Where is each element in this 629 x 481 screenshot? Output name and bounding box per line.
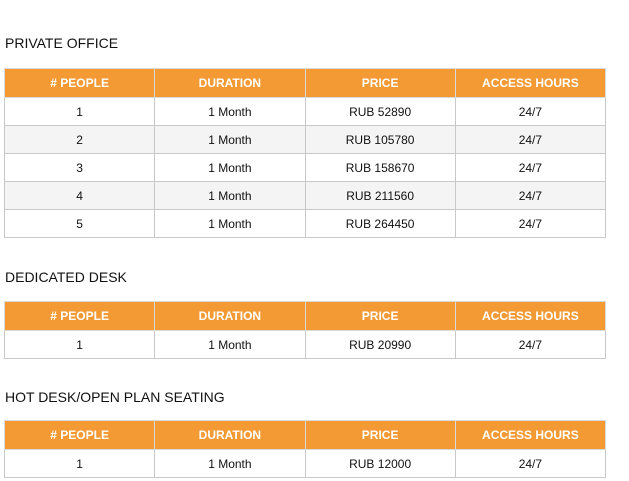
cell-people: 5 <box>3 209 156 238</box>
cell-access-hours: 24/7 <box>454 97 607 126</box>
table-row: 1 1 Month RUB 20990 24/7 <box>3 330 607 359</box>
cell-people: 1 <box>3 330 156 359</box>
pricing-table-private-office: # PEOPLE DURATION PRICE ACCESS HOURS 1 1… <box>3 68 607 238</box>
header-people: # PEOPLE <box>3 420 156 450</box>
table-row: 3 1 Month RUB 158670 24/7 <box>3 153 607 182</box>
header-access-hours: ACCESS HOURS <box>454 301 607 331</box>
cell-price: RUB 12000 <box>304 449 456 478</box>
cell-duration: 1 Month <box>154 330 306 359</box>
cell-access-hours: 24/7 <box>454 209 607 238</box>
cell-price: RUB 20990 <box>304 330 456 359</box>
cell-access-hours: 24/7 <box>454 449 607 478</box>
cell-access-hours: 24/7 <box>454 125 607 154</box>
cell-people: 3 <box>3 153 156 182</box>
section-title-private-office: PRIVATE OFFICE <box>5 35 119 51</box>
pricing-table-dedicated-desk: # PEOPLE DURATION PRICE ACCESS HOURS 1 1… <box>3 301 607 359</box>
header-people: # PEOPLE <box>3 301 156 331</box>
cell-price: RUB 52890 <box>304 97 456 126</box>
cell-duration: 1 Month <box>154 209 306 238</box>
cell-duration: 1 Month <box>154 97 306 126</box>
cell-duration: 1 Month <box>154 125 306 154</box>
cell-people: 2 <box>3 125 156 154</box>
table-row: 2 1 Month RUB 105780 24/7 <box>3 125 607 154</box>
table-header-row: # PEOPLE DURATION PRICE ACCESS HOURS <box>3 420 607 450</box>
pricing-table-hot-desk: # PEOPLE DURATION PRICE ACCESS HOURS 1 1… <box>3 420 607 478</box>
table-row: 4 1 Month RUB 211560 24/7 <box>3 181 607 210</box>
section-title-dedicated-desk: DEDICATED DESK <box>5 269 127 285</box>
cell-duration: 1 Month <box>154 449 306 478</box>
header-price: PRICE <box>304 301 456 331</box>
cell-access-hours: 24/7 <box>454 330 607 359</box>
table-row: 5 1 Month RUB 264450 24/7 <box>3 209 607 238</box>
cell-access-hours: 24/7 <box>454 181 607 210</box>
cell-price: RUB 105780 <box>304 125 456 154</box>
header-access-hours: ACCESS HOURS <box>454 68 607 98</box>
header-duration: DURATION <box>154 420 306 450</box>
cell-duration: 1 Month <box>154 153 306 182</box>
table-header-row: # PEOPLE DURATION PRICE ACCESS HOURS <box>3 301 607 331</box>
header-price: PRICE <box>304 420 456 450</box>
header-duration: DURATION <box>154 301 306 331</box>
cell-price: RUB 264450 <box>304 209 456 238</box>
cell-people: 4 <box>3 181 156 210</box>
table-row: 1 1 Month RUB 12000 24/7 <box>3 449 607 478</box>
section-title-hot-desk: HOT DESK/OPEN PLAN SEATING <box>5 389 225 405</box>
header-duration: DURATION <box>154 68 306 98</box>
header-people: # PEOPLE <box>3 68 156 98</box>
cell-duration: 1 Month <box>154 181 306 210</box>
table-header-row: # PEOPLE DURATION PRICE ACCESS HOURS <box>3 68 607 98</box>
table-row: 1 1 Month RUB 52890 24/7 <box>3 97 607 126</box>
header-access-hours: ACCESS HOURS <box>454 420 607 450</box>
cell-price: RUB 158670 <box>304 153 456 182</box>
cell-price: RUB 211560 <box>304 181 456 210</box>
cell-access-hours: 24/7 <box>454 153 607 182</box>
header-price: PRICE <box>304 68 456 98</box>
cell-people: 1 <box>3 449 156 478</box>
cell-people: 1 <box>3 97 156 126</box>
